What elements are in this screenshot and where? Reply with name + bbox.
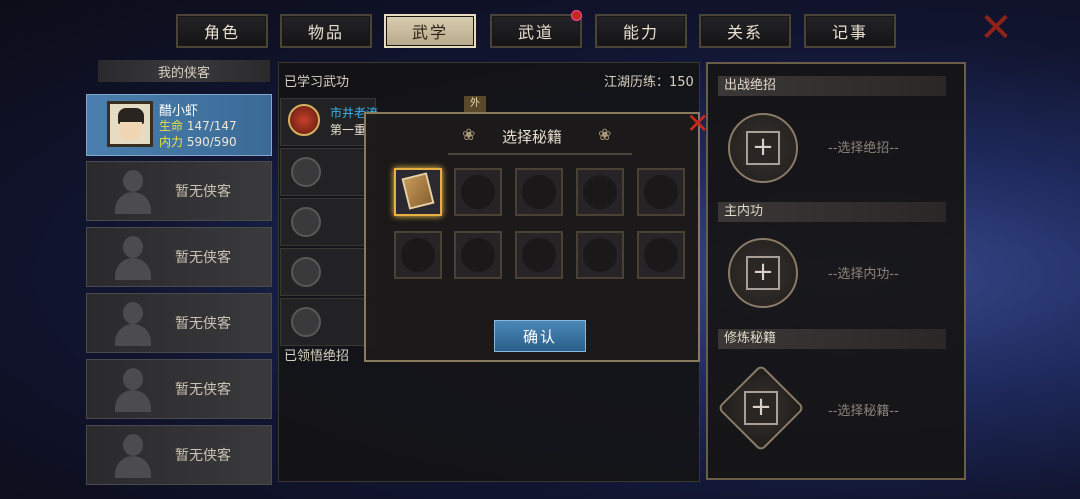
manual-slot[interactable] bbox=[576, 231, 624, 279]
skill-slot[interactable] bbox=[280, 198, 376, 246]
mp-label: 内力 bbox=[159, 135, 184, 149]
silhouette-icon bbox=[111, 434, 155, 478]
dialog-title: 选择秘籍 bbox=[501, 128, 562, 146]
empty-hero-label: 暂无侠客 bbox=[175, 250, 231, 266]
add-inner-art-icon[interactable]: + bbox=[746, 256, 780, 290]
tab-martial-arts[interactable]: 武学 bbox=[384, 14, 476, 48]
empty-hero-label: 暂无侠客 bbox=[175, 184, 231, 200]
hero-hp: 生命 147/147 bbox=[159, 117, 237, 134]
manual-placeholder: --选择秘籍-- bbox=[828, 404, 899, 419]
tab-label: 武道 bbox=[517, 23, 554, 42]
confirm-label: 确认 bbox=[522, 327, 557, 346]
empty-hero-slot[interactable]: 暂无侠客 bbox=[86, 293, 272, 353]
tab-label: 物品 bbox=[307, 23, 344, 42]
empty-hero-slot[interactable]: 暂无侠客 bbox=[86, 425, 272, 485]
skill-type-tag: 外 bbox=[464, 96, 486, 112]
skill-slot[interactable] bbox=[280, 148, 376, 196]
learned-skills-title: 已学习武功 bbox=[284, 75, 350, 90]
tab-wudao[interactable]: 武道 bbox=[490, 10, 582, 48]
tab-relations[interactable]: 关系 bbox=[699, 14, 791, 48]
tab-journal[interactable]: 记事 bbox=[804, 14, 896, 48]
manual-slot[interactable] bbox=[394, 231, 442, 279]
empty-slot-icon bbox=[291, 257, 321, 287]
notification-badge bbox=[571, 10, 582, 21]
close-icon[interactable]: ✕ bbox=[976, 8, 1016, 48]
skill-slot[interactable] bbox=[280, 248, 376, 296]
hero-card[interactable]: 醋小虾 生命 147/147 内力 590/590 bbox=[86, 94, 272, 156]
mp-value: 590/590 bbox=[186, 135, 237, 149]
hero-mp: 内力 590/590 bbox=[159, 133, 237, 150]
silhouette-icon bbox=[111, 236, 155, 280]
section-manual: 修炼秘籍 bbox=[718, 329, 946, 349]
empty-hero-slot[interactable]: 暂无侠客 bbox=[86, 227, 272, 287]
silhouette-icon bbox=[111, 368, 155, 412]
hp-label: 生命 bbox=[159, 119, 184, 133]
comprehended-moves-title: 已领悟绝招 bbox=[284, 349, 350, 364]
tab-label: 角色 bbox=[203, 23, 240, 42]
empty-hero-label: 暂无侠客 bbox=[175, 316, 231, 332]
experience-points: 江湖历练：150 bbox=[604, 75, 694, 90]
empty-slot-icon bbox=[291, 207, 321, 237]
tab-label: 能力 bbox=[622, 23, 659, 42]
add-manual-icon[interactable]: + bbox=[744, 391, 778, 425]
skill-slot[interactable] bbox=[280, 298, 376, 346]
skill-level: 第一重 bbox=[330, 123, 367, 137]
tab-label: 关系 bbox=[726, 23, 763, 42]
empty-hero-label: 暂无侠客 bbox=[175, 382, 231, 398]
skill-icon bbox=[288, 104, 320, 136]
tab-label: 记事 bbox=[831, 23, 868, 42]
divider bbox=[448, 153, 632, 155]
manual-slot[interactable] bbox=[637, 168, 685, 216]
tab-items[interactable]: 物品 bbox=[280, 14, 372, 48]
empty-hero-slot[interactable]: 暂无侠客 bbox=[86, 359, 272, 419]
tab-label: 武学 bbox=[411, 23, 448, 42]
avatar bbox=[107, 101, 153, 147]
empty-hero-slot[interactable]: 暂无侠客 bbox=[86, 161, 272, 221]
empty-slot-icon bbox=[291, 157, 321, 187]
manual-slot[interactable] bbox=[515, 168, 563, 216]
empty-slot-icon bbox=[291, 307, 321, 337]
silhouette-icon bbox=[111, 302, 155, 346]
manual-slot[interactable] bbox=[576, 168, 624, 216]
silhouette-icon bbox=[111, 170, 155, 214]
tab-character[interactable]: 角色 bbox=[176, 14, 268, 48]
hp-value: 147/147 bbox=[186, 119, 237, 133]
manual-slot[interactable] bbox=[637, 231, 685, 279]
dialog-close-icon[interactable]: ✕ bbox=[686, 110, 709, 138]
manual-slot[interactable] bbox=[454, 231, 502, 279]
manual-slot[interactable] bbox=[454, 168, 502, 216]
section-ultimate: 出战绝招 bbox=[718, 76, 946, 96]
tab-abilities[interactable]: 能力 bbox=[595, 14, 687, 48]
confirm-button[interactable]: 确认 bbox=[494, 320, 586, 352]
heroes-header-label: 我的侠客 bbox=[157, 65, 210, 81]
heroes-header: 我的侠客 bbox=[98, 60, 270, 82]
ultimate-placeholder: --选择绝招-- bbox=[828, 141, 899, 156]
empty-hero-label: 暂无侠客 bbox=[175, 448, 231, 464]
add-ultimate-icon[interactable]: + bbox=[746, 131, 780, 165]
section-inner-art: 主内功 bbox=[718, 202, 946, 222]
manual-slot[interactable] bbox=[515, 231, 563, 279]
inner-art-placeholder: --选择内功-- bbox=[828, 267, 899, 282]
